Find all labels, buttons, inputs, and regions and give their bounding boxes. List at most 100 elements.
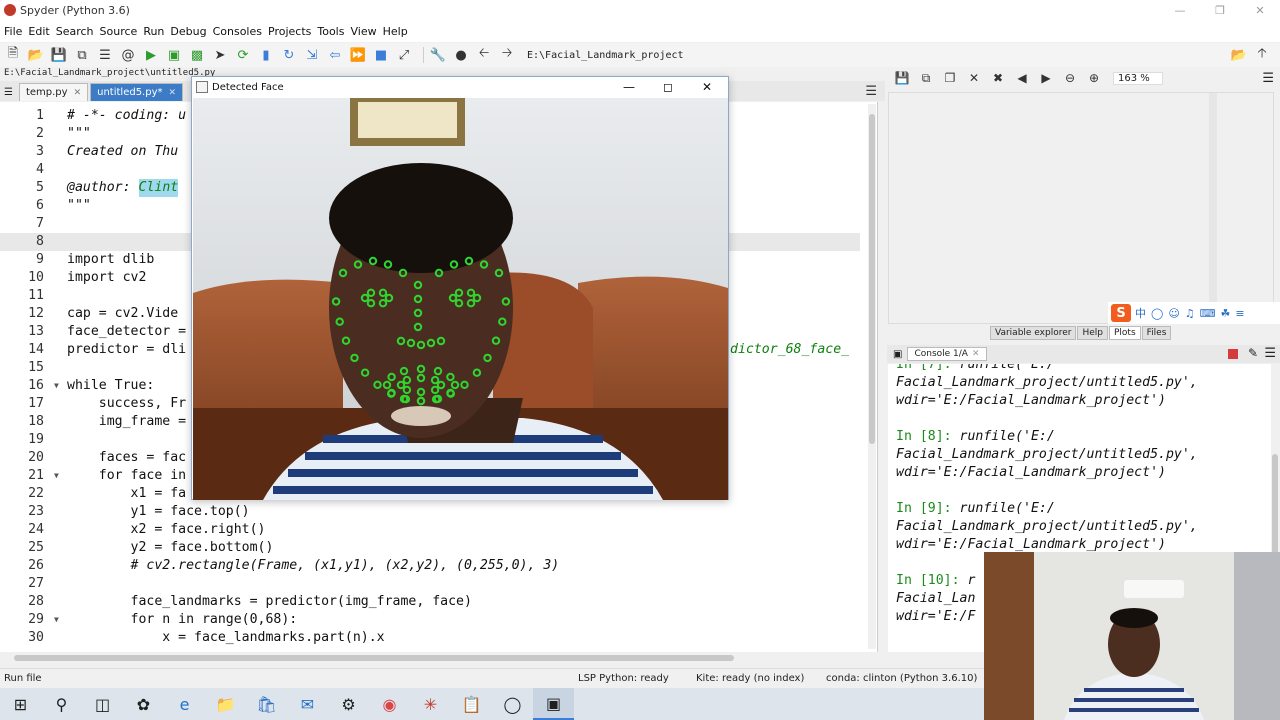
continue-icon[interactable]: ⏩ — [349, 46, 367, 64]
ime-punctuation-icon[interactable]: ◯ — [1151, 307, 1163, 320]
run-cell-advance-icon[interactable]: ▩ — [188, 46, 206, 64]
ime-skin-icon[interactable]: ☘ — [1221, 307, 1231, 320]
console-options-icon[interactable]: ☰ — [1264, 346, 1276, 361]
python-path-icon[interactable]: ● — [452, 46, 470, 64]
face-window-title-bar[interactable]: Detected Face — ◻ ✕ — [192, 77, 728, 97]
app-icon[interactable]: ✿ — [123, 688, 164, 720]
close-tab-icon[interactable]: ✕ — [74, 88, 82, 98]
stop-kernel-icon[interactable] — [1228, 349, 1238, 359]
ime-voice-icon[interactable]: ♫ — [1185, 307, 1195, 320]
store-icon[interactable]: 🛍 — [246, 688, 287, 720]
remove-plot-icon[interactable]: ✕ — [965, 71, 983, 85]
console-browse-icon[interactable]: ▣ — [893, 349, 902, 360]
at-icon[interactable]: @ — [119, 46, 137, 64]
debug-icon[interactable]: ▮ — [257, 46, 275, 64]
menu-projects[interactable]: Projects — [268, 25, 311, 38]
code-line[interactable]: 24 x2 = face.right() — [0, 521, 860, 539]
save-all-plots-icon[interactable]: ⧉ — [917, 71, 935, 86]
chrome-icon[interactable]: ◉ — [369, 688, 410, 720]
fold-arrow-icon[interactable]: ▼ — [54, 467, 59, 485]
code-line[interactable]: 23 y1 = face.top() — [0, 503, 860, 521]
zoom-level-field[interactable]: 163 % — [1113, 71, 1163, 85]
tab-plots[interactable]: Plots — [1109, 326, 1141, 340]
notepad-icon[interactable]: 📋 — [451, 688, 492, 720]
code-line[interactable]: 28 face_landmarks = predictor(img_frame,… — [0, 593, 860, 611]
save-icon[interactable]: 💾 — [50, 46, 68, 64]
close-tab-icon[interactable]: ✕ — [169, 88, 177, 98]
remove-all-plots-icon[interactable]: ✖ — [989, 71, 1007, 85]
editor-options-icon[interactable]: ☰ — [865, 84, 877, 99]
editor-horizontal-scrollbar[interactable] — [0, 653, 878, 663]
close-console-icon[interactable]: ✕ — [972, 349, 980, 359]
copy-plot-icon[interactable]: ❐ — [941, 71, 959, 85]
code-line[interactable]: 25 y2 = face.bottom() — [0, 539, 860, 557]
run-cell-icon[interactable]: ▣ — [165, 46, 183, 64]
step-into-icon[interactable]: ⇲ — [303, 46, 321, 64]
parent-dir-icon[interactable]: 🡡 — [1253, 46, 1271, 64]
fold-arrow-icon[interactable]: ▼ — [54, 611, 59, 629]
fold-arrow-icon[interactable]: ▼ — [54, 377, 59, 395]
next-plot-icon[interactable]: ▶ — [1037, 71, 1055, 85]
step-icon[interactable]: ↻ — [280, 46, 298, 64]
step-return-icon[interactable]: ⇦ — [326, 46, 344, 64]
forward-arrow-icon[interactable]: 🡢 — [498, 46, 516, 64]
settings-icon[interactable]: ⚙ — [328, 688, 369, 720]
zoom-in-icon[interactable]: ⊕ — [1085, 71, 1103, 85]
tab-console[interactable]: Console 1/A ✕ — [907, 347, 987, 361]
tab-help[interactable]: Help — [1077, 326, 1108, 340]
ime-emoji-icon[interactable]: ☺ — [1168, 307, 1179, 320]
menu-source[interactable]: Source — [100, 25, 138, 38]
editor-vertical-scrollbar[interactable] — [868, 104, 876, 649]
menu-file[interactable]: File — [4, 25, 22, 38]
stop-debug-icon[interactable]: ■ — [372, 46, 390, 64]
menu-tools[interactable]: Tools — [317, 25, 344, 38]
new-file-icon[interactable]: 🗎 — [4, 46, 22, 64]
tab-variable-explorer[interactable]: Variable explorer — [990, 326, 1077, 340]
run-selection-icon[interactable]: ➤ — [211, 46, 229, 64]
code-line[interactable]: 27 — [0, 575, 860, 593]
preferences-icon[interactable]: 🔧 — [429, 46, 447, 64]
menu-run[interactable]: Run — [143, 25, 164, 38]
task-view-icon[interactable]: ◫ — [82, 688, 123, 720]
tab-files[interactable]: Files — [1141, 326, 1172, 340]
file-explorer-icon[interactable]: 📁 — [205, 688, 246, 720]
plots-options-icon[interactable]: ☰ — [1262, 71, 1274, 86]
clear-console-icon[interactable]: ✎ — [1248, 346, 1258, 360]
minimize-icon[interactable]: — — [1160, 0, 1200, 20]
code-line[interactable]: 30 x = face_landmarks.part(n).x — [0, 629, 860, 647]
open-file-icon[interactable]: 📂 — [27, 46, 45, 64]
tab-temp-py[interactable]: temp.py ✕ — [18, 83, 89, 101]
detected-face-window[interactable]: Detected Face — ◻ ✕ — [191, 76, 729, 500]
close-icon[interactable]: ✕ — [1240, 0, 1280, 20]
save-all-icon[interactable]: ⧉ — [73, 46, 91, 64]
edge-icon[interactable]: e — [164, 688, 205, 720]
run-file-icon[interactable]: ▶ — [142, 46, 160, 64]
back-arrow-icon[interactable]: 🡠 — [475, 46, 493, 64]
search-icon[interactable]: ⚲ — [41, 688, 82, 720]
menu-consoles[interactable]: Consoles — [213, 25, 262, 38]
code-line[interactable]: 26 # cv2.rectangle(Frame, (x1,y1), (x2,y… — [0, 557, 860, 575]
browse-folder-icon[interactable]: 📂 — [1230, 46, 1248, 64]
anaconda-icon[interactable]: ◯ — [492, 688, 533, 720]
outline-icon[interactable]: ☰ — [96, 46, 114, 64]
menu-view[interactable]: View — [350, 25, 376, 38]
ime-menu-icon[interactable]: ≡ — [1235, 307, 1244, 320]
windows-start-icon[interactable]: ⊞ — [0, 688, 41, 720]
menu-debug[interactable]: Debug — [170, 25, 206, 38]
rerun-icon[interactable]: ⟳ — [234, 46, 252, 64]
terminal-icon[interactable]: ▣ — [533, 688, 574, 720]
zoom-out-icon[interactable]: ⊖ — [1061, 71, 1079, 85]
ime-keyboard-icon[interactable]: ⌨ — [1200, 307, 1216, 320]
menu-search[interactable]: Search — [56, 25, 94, 38]
maximize-pane-icon[interactable]: ⤢ — [395, 46, 413, 64]
tab-untitled5-py[interactable]: untitled5.py* ✕ — [90, 83, 184, 101]
sogou-ime-icon[interactable]: S — [1111, 304, 1131, 322]
face-close-icon[interactable]: ✕ — [688, 77, 726, 97]
working-directory-field[interactable]: E:\Facial_Landmark_project — [527, 50, 1187, 61]
menu-help[interactable]: Help — [383, 25, 408, 38]
face-maximize-icon[interactable]: ◻ — [649, 77, 687, 97]
save-plot-icon[interactable]: 💾 — [893, 71, 911, 85]
menu-edit[interactable]: Edit — [28, 25, 49, 38]
maximize-icon[interactable]: ❐ — [1200, 0, 1240, 20]
code-line[interactable]: 29 ▼ for n in range(0,68): — [0, 611, 860, 629]
